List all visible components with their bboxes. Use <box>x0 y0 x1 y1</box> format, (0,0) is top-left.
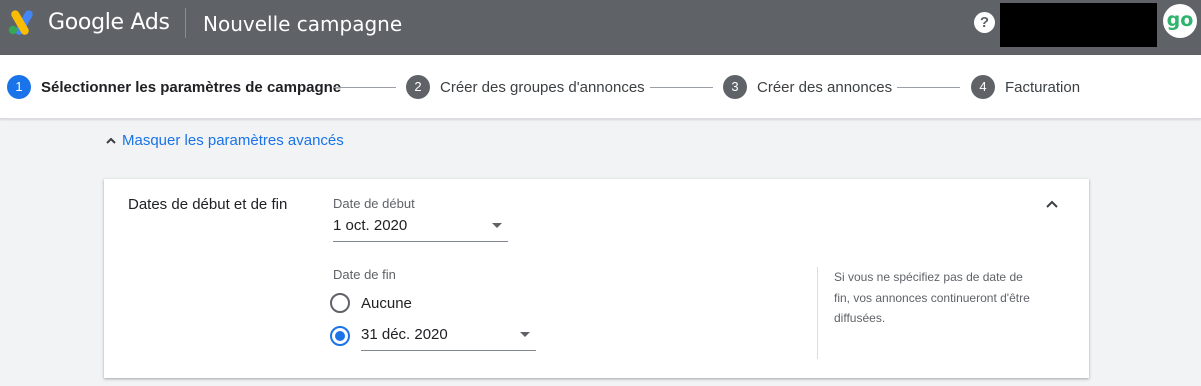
chevron-up-icon <box>106 137 116 144</box>
start-date-value: 1 oct. 2020 <box>333 217 408 234</box>
step-connector <box>897 87 960 88</box>
collapse-chevron-up-icon[interactable] <box>1042 195 1062 215</box>
step-label: Créer des annonces <box>757 78 893 96</box>
help-icon[interactable]: ? <box>974 12 995 33</box>
end-date-none-label[interactable]: Aucune <box>361 295 412 312</box>
brand-name: Google Ads <box>48 10 170 35</box>
page-title: Nouvelle campagne <box>203 12 403 36</box>
account-avatar[interactable]: go <box>1163 4 1197 38</box>
dropdown-caret-icon <box>520 332 530 337</box>
google-ads-logo-icon[interactable] <box>7 9 37 35</box>
campaign-stepper: 1 Sélectionner les paramètres de campagn… <box>0 55 1201 119</box>
hide-advanced-settings-label: Masquer les paramètres avancés <box>122 132 344 149</box>
step-connector <box>650 87 713 88</box>
end-date-none-radio[interactable] <box>330 293 350 313</box>
hide-advanced-settings-link[interactable]: Masquer les paramètres avancés <box>104 132 344 149</box>
end-date-value: 31 déc. 2020 <box>361 326 448 343</box>
step-ad-groups[interactable]: 2 Créer des groupes d'annonces <box>406 55 645 119</box>
step-campaign-settings[interactable]: 1 Sélectionner les paramètres de campagn… <box>7 55 341 119</box>
account-info-redacted[interactable] <box>1000 3 1157 47</box>
step-number: 2 <box>406 75 430 99</box>
start-date-select[interactable]: 1 oct. 2020 <box>333 212 508 242</box>
step-connector <box>333 87 396 88</box>
end-date-help-text: Si vous ne spécifiez pas de date de fin,… <box>834 270 1030 325</box>
top-bar: Google Ads Nouvelle campagne ? go <box>0 0 1201 55</box>
step-number: 3 <box>723 75 747 99</box>
step-label: Sélectionner les paramètres de campagne <box>41 78 342 96</box>
help-divider <box>817 267 818 359</box>
card-title: Dates de début et de fin <box>128 196 288 213</box>
header-divider <box>185 8 186 38</box>
end-date-select[interactable]: 31 déc. 2020 <box>361 321 536 351</box>
start-end-dates-card: Dates de début et de fin Date de début 1… <box>104 179 1089 378</box>
start-date-label: Date de début <box>333 196 415 211</box>
step-billing[interactable]: 4 Facturation <box>971 55 1080 119</box>
dropdown-caret-icon <box>492 223 502 228</box>
step-number: 4 <box>971 75 995 99</box>
step-number: 1 <box>7 75 31 99</box>
step-label: Facturation <box>1005 78 1081 96</box>
step-label: Créer des groupes d'annonces <box>440 78 645 96</box>
end-date-label: Date de fin <box>333 267 396 282</box>
end-date-custom-radio[interactable] <box>330 326 350 346</box>
step-ads[interactable]: 3 Créer des annonces <box>723 55 892 119</box>
